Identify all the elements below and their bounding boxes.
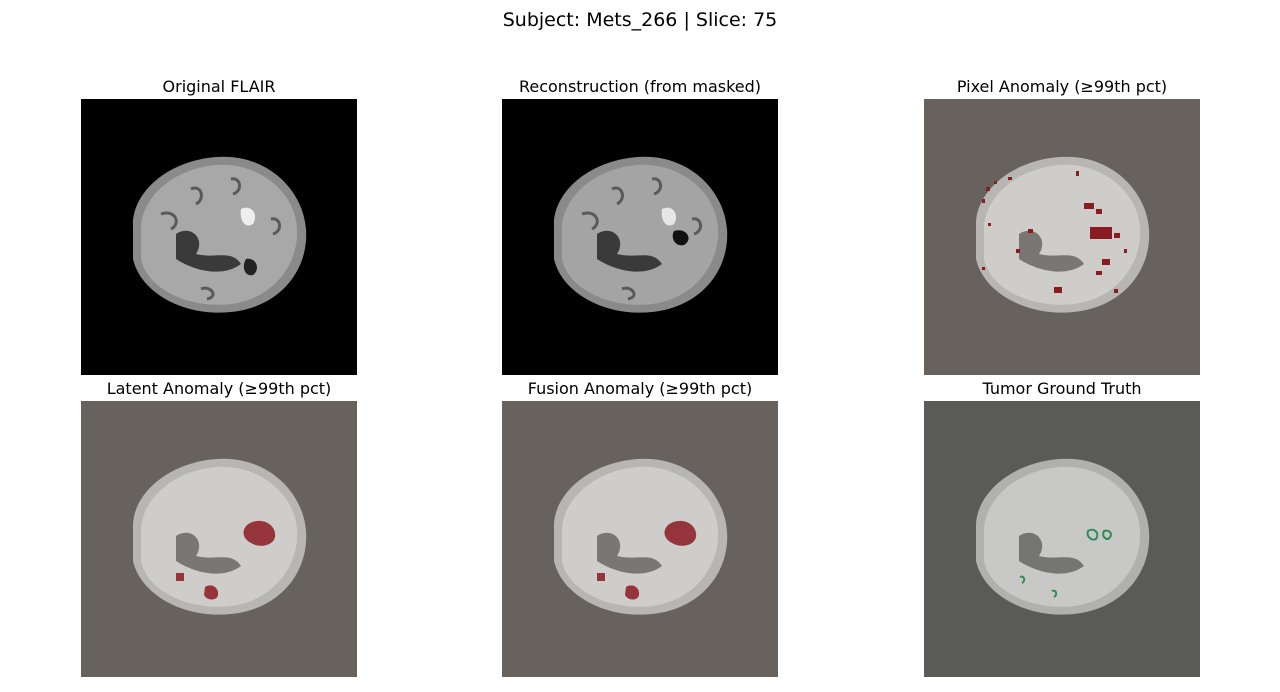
brain-tissue bbox=[975, 458, 1150, 615]
panel-title: Pixel Anomaly (≥99th pct) bbox=[956, 77, 1168, 96]
mri-image-original bbox=[81, 99, 357, 375]
panel-title: Tumor Ground Truth bbox=[982, 379, 1142, 398]
brain-tissue bbox=[975, 156, 1150, 313]
brain-slice-overlay bbox=[502, 401, 778, 677]
mri-image-latent-anomaly bbox=[81, 401, 357, 677]
mri-image-fusion-anomaly bbox=[502, 401, 778, 677]
panel-title: Fusion Anomaly (≥99th pct) bbox=[527, 379, 753, 398]
brain-slice bbox=[81, 99, 357, 375]
figure-title: Subject: Mets_266 | Slice: 75 bbox=[502, 9, 778, 31]
mri-image-pixel-anomaly bbox=[924, 99, 1200, 375]
brain-slice-overlay bbox=[81, 401, 357, 677]
brain-tissue bbox=[132, 156, 307, 313]
panel-title: Latent Anomaly (≥99th pct) bbox=[106, 379, 332, 398]
brain-tissue bbox=[553, 458, 728, 615]
brain-slice bbox=[502, 99, 778, 375]
panel-title: Reconstruction (from masked) bbox=[518, 77, 762, 96]
mri-image-reconstruction bbox=[502, 99, 778, 375]
brain-tissue bbox=[132, 458, 307, 615]
panel-title: Original FLAIR bbox=[162, 77, 276, 96]
mri-image-ground-truth bbox=[924, 401, 1200, 677]
brain-tissue bbox=[553, 156, 728, 313]
brain-slice-overlay bbox=[924, 99, 1200, 375]
brain-slice-overlay bbox=[924, 401, 1200, 677]
